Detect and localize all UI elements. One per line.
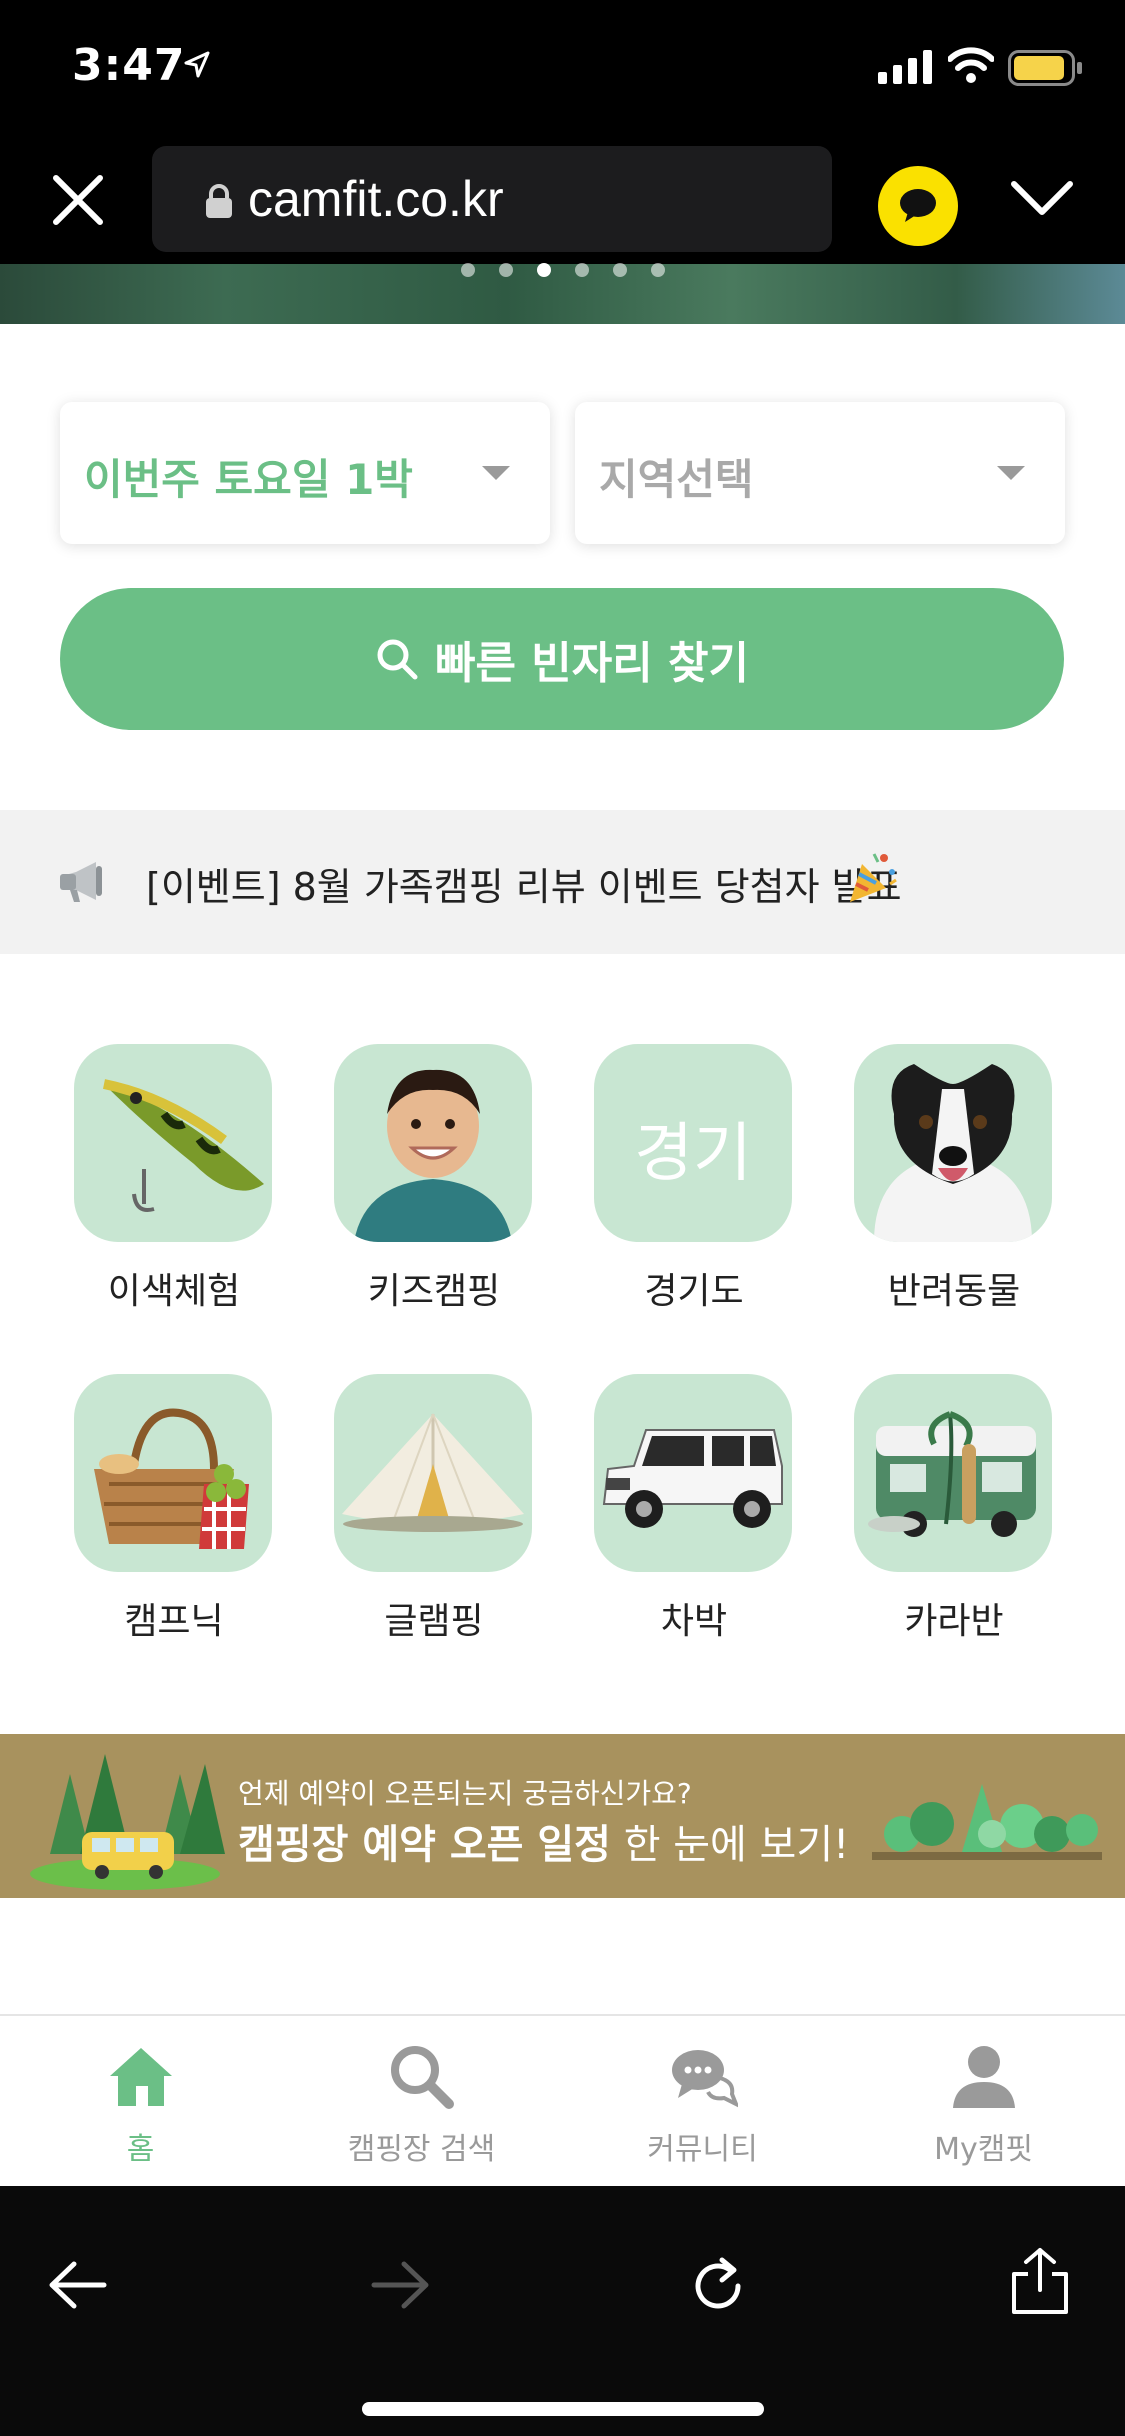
carousel-dot[interactable] (650, 263, 665, 277)
collapse-button[interactable] (1010, 178, 1074, 222)
banner-title-bold: 캠핑장 예약 오픈 일정 (238, 1822, 611, 1868)
reservation-schedule-banner[interactable]: 언제 예약이 오픈되는지 궁금하신가요? 캠핑장 예약 오픈 일정 한 눈에 보… (0, 1734, 1125, 1898)
lock-icon (204, 184, 234, 222)
category-gyeonggi[interactable]: 경기 경기도 (594, 1044, 794, 1312)
megaphone-icon (56, 856, 108, 912)
carousel-dot[interactable] (574, 263, 589, 277)
browser-toolbar: camfit.co.kr (0, 138, 1125, 264)
tab-label: 홈 (126, 2132, 155, 2167)
bottom-tab-bar: 홈 캠핑장 검색 커뮤니티 My캠핏 (0, 2014, 1125, 2186)
party-popper-icon (846, 850, 898, 910)
search-button-label: 빠른 빈자리 찾기 (435, 638, 749, 689)
gyeonggi-thumb-text: 경기 (634, 1117, 752, 1191)
tab-label: 캠핑장 검색 (347, 2132, 496, 2167)
category-label: 글램핑 (384, 1601, 484, 1642)
category-label: 반려동물 (887, 1271, 1021, 1312)
close-icon (53, 175, 103, 225)
chat-bubble-icon (900, 189, 936, 222)
category-label: 경기도 (644, 1271, 744, 1312)
close-button[interactable] (48, 170, 108, 230)
dog-icon (854, 1044, 1052, 1242)
carousel-dot[interactable] (612, 263, 627, 277)
gyeonggi-text-icon: 경기 (594, 1044, 792, 1242)
banner-title-rest: 한 눈에 보기! (610, 1822, 850, 1868)
tent-icon (334, 1374, 532, 1572)
banner-subtitle: 언제 예약이 오픈되는지 궁금하신가요? (238, 1777, 692, 1810)
category-kids-camping[interactable]: 키즈캠핑 (334, 1044, 534, 1312)
status-bar: 3:47 (0, 0, 1125, 138)
user-icon (953, 2046, 1015, 2108)
reload-icon[interactable] (686, 2254, 750, 2318)
category-label: 이색체험 (107, 1271, 241, 1312)
date-select[interactable]: 이번주 토요일 1박 (60, 402, 550, 544)
tab-my-camfit[interactable]: My캠핏 (843, 2016, 1124, 2188)
picnic-basket-icon (74, 1374, 272, 1572)
category-car-camping[interactable]: 차박 (594, 1374, 794, 1642)
tab-community[interactable]: 커뮤니티 (562, 2016, 843, 2188)
home-icon (110, 2048, 172, 2106)
carousel-dot[interactable] (498, 263, 513, 277)
tab-campsite-search[interactable]: 캠핑장 검색 (281, 2016, 562, 2188)
notice-text: [이벤트] 8월 가족캠핑 리뷰 이벤트 당첨자 발표 (146, 865, 902, 909)
chat-bubbles-icon (672, 2050, 738, 2108)
kakao-chat-button[interactable] (878, 166, 958, 246)
date-select-label: 이번주 토요일 1박 (84, 455, 413, 504)
forest-illustration-icon (872, 1784, 1102, 1860)
url-bar[interactable]: camfit.co.kr (152, 146, 832, 252)
home-indicator[interactable] (362, 2402, 764, 2416)
url-text: camfit.co.kr (248, 171, 504, 227)
back-arrow-icon[interactable] (48, 2260, 108, 2310)
quick-vacancy-search-button[interactable]: 빠른 빈자리 찾기 (60, 588, 1064, 730)
fishing-lure-icon (74, 1044, 272, 1242)
search-icon (377, 639, 418, 680)
region-select-label: 지역선택 (599, 455, 754, 504)
wifi-icon (947, 46, 995, 88)
chevron-down-icon (1011, 181, 1073, 215)
tab-label: My캠핏 (934, 2132, 1033, 2167)
category-label: 카라반 (904, 1601, 1004, 1642)
search-icon (391, 2046, 454, 2109)
carousel-dot[interactable] (460, 263, 475, 277)
camping-van-illustration-icon (30, 1754, 225, 1890)
share-icon[interactable] (1008, 2246, 1072, 2316)
category-label: 키즈캠핑 (367, 1271, 501, 1312)
region-select[interactable]: 지역선택 (575, 402, 1065, 544)
status-time: 3:47 (72, 40, 186, 91)
category-caravan[interactable]: 카라반 (854, 1374, 1054, 1642)
location-arrow-icon (182, 50, 212, 84)
cellular-signal-icon (878, 50, 934, 88)
carousel-dot-active[interactable] (536, 263, 551, 277)
browser-bottom-toolbar (0, 2186, 1125, 2436)
category-pets[interactable]: 반려동물 (854, 1044, 1054, 1312)
tab-label: 커뮤니티 (647, 2132, 758, 2167)
suv-icon (594, 1374, 792, 1572)
caravan-icon (854, 1374, 1052, 1572)
tab-home[interactable]: 홈 (0, 2016, 281, 2188)
child-icon (334, 1044, 532, 1242)
category-glamping[interactable]: 글램핑 (334, 1374, 534, 1642)
caret-down-icon (482, 466, 510, 480)
caret-down-icon (997, 466, 1025, 480)
notice-bar[interactable]: [이벤트] 8월 가족캠핑 리뷰 이벤트 당첨자 발표 (0, 810, 1125, 954)
category-campnic[interactable]: 캠프닉 (74, 1374, 274, 1642)
battery-icon (1008, 50, 1084, 90)
forward-arrow-icon[interactable] (370, 2260, 430, 2310)
banner-title: 캠핑장 예약 오픈 일정 한 눈에 보기! (238, 1812, 849, 1870)
category-unique-experience[interactable]: 이색체험 (74, 1044, 274, 1312)
category-label: 캠프닉 (124, 1601, 224, 1642)
category-label: 차박 (660, 1601, 728, 1642)
carousel-dots (0, 262, 1125, 280)
